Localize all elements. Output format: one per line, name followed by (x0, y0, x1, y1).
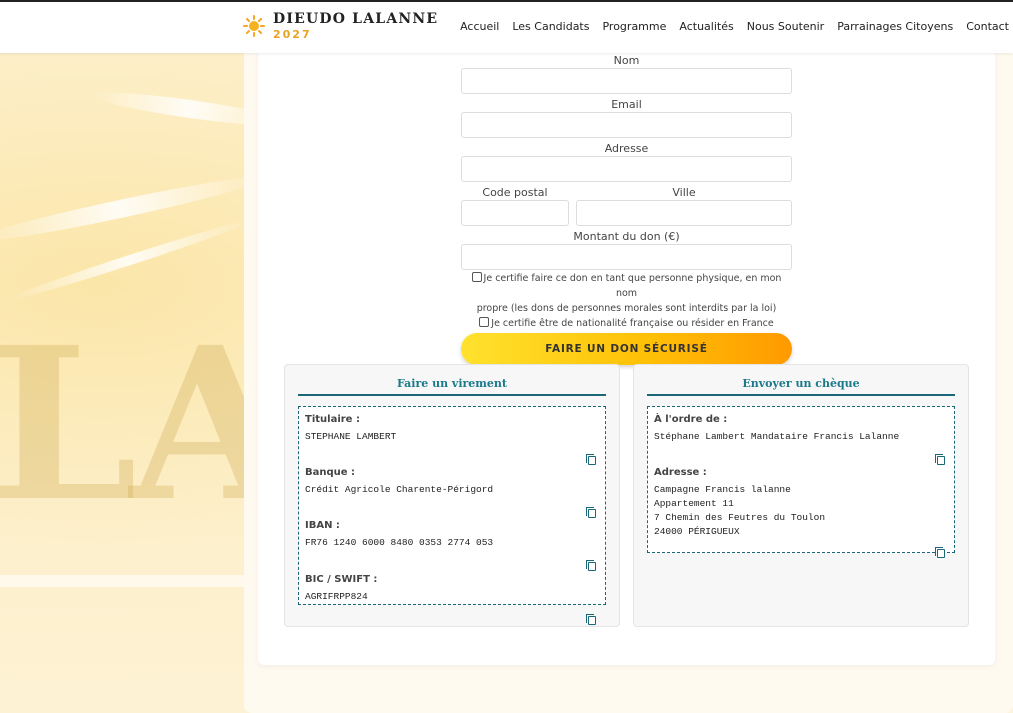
nav-actualites[interactable]: Actualités (679, 20, 733, 33)
iban-label: IBAN : (305, 520, 340, 531)
background-streak (0, 169, 269, 249)
cheque-details: À l'ordre de : Stéphane Lambert Mandatai… (647, 406, 955, 558)
copy-icon[interactable] (935, 454, 945, 465)
code-postal-input[interactable] (461, 200, 569, 226)
copy-icon[interactable] (586, 560, 596, 571)
copy-icon[interactable] (586, 507, 596, 518)
background-letters: LA (0, 301, 293, 548)
email-input[interactable] (461, 112, 792, 138)
email-label: Email (611, 98, 642, 111)
nav-accueil[interactable]: Accueil (460, 20, 499, 33)
adresse-cheque-label: Adresse : (654, 467, 707, 478)
copy-icon[interactable] (935, 547, 945, 558)
adresse-input[interactable] (461, 156, 792, 182)
site-logo[interactable]: DIEUDO LALANNE 2027 (243, 12, 438, 40)
code-postal-label: Code postal (482, 186, 548, 199)
certify-personne-physique: Je certifie faire ce don en tant que per… (461, 271, 792, 316)
montant-label: Montant du don (€) (573, 230, 680, 243)
background-band (0, 575, 260, 587)
adresse-label: Adresse (604, 142, 649, 155)
titulaire-label: Titulaire : (305, 414, 360, 425)
certify-personne-physique-checkbox[interactable] (471, 272, 482, 282)
certify-personne-physique-text-2: propre (les dons de personnes morales so… (476, 303, 777, 314)
site-header: DIEUDO LALANNE 2027 Accueil Les Candidat… (0, 0, 1013, 53)
donate-button[interactable]: FAIRE UN DON SÉCURISÉ (461, 333, 792, 365)
copy-icon[interactable] (586, 614, 596, 625)
certify-personne-physique-text-1: Je certifie faire ce don en tant que per… (483, 273, 782, 299)
nav-les-candidats[interactable]: Les Candidats (512, 20, 589, 33)
banque-label: Banque : (305, 467, 356, 478)
ville-label: Ville (672, 186, 696, 199)
nav-parrainages-citoyens[interactable]: Parrainages Citoyens (837, 20, 953, 33)
certify-nationalite-text: Je certifie être de nationalité français… (491, 318, 774, 329)
donation-form: Nom Email Adresse Code postal Ville Mont… (461, 53, 792, 365)
titulaire-value: STEPHANE LAMBERT (305, 431, 397, 442)
banque-value: Crédit Agricole Charente-Périgord (305, 484, 494, 495)
nom-input[interactable] (461, 68, 792, 94)
adresse-cheque-value: Campagne Francis lalanne Appartement 11 … (654, 483, 954, 539)
copy-icon[interactable] (586, 454, 596, 465)
virement-details: Titulaire : STEPHANE LAMBERT Banque : Cr… (298, 406, 606, 625)
adresse-line: 24000 PÉRIGUEUX (654, 526, 740, 537)
logo-name: DIEUDO LALANNE (273, 11, 439, 27)
bic-label: BIC / SWIFT : (305, 574, 378, 585)
cheque-title: Envoyer un chèque (647, 377, 955, 396)
nav-nous-soutenir[interactable]: Nous Soutenir (747, 20, 824, 33)
montant-input[interactable] (461, 244, 792, 270)
adresse-line: Campagne Francis lalanne (654, 484, 791, 495)
logo-year: 2027 (273, 28, 312, 41)
certify-nationalite-checkbox[interactable] (479, 317, 490, 327)
nav-programme[interactable]: Programme (602, 20, 666, 33)
certify-nationalite: Je certifie être de nationalité français… (461, 316, 792, 331)
adresse-line: 7 Chemin des Feutres du Toulon (654, 512, 826, 523)
cheque-panel: Envoyer un chèque À l'ordre de : Stéphan… (633, 364, 969, 627)
ville-input[interactable] (576, 200, 792, 226)
bic-value: AGRIFRPP824 (305, 591, 368, 602)
ordre-value: Stéphane Lambert Mandataire Francis Lala… (654, 431, 900, 442)
iban-value: FR76 1240 6000 8480 0353 2774 053 (305, 537, 494, 548)
main-nav: Accueil Les Candidats Programme Actualit… (460, 20, 1009, 33)
virement-title: Faire un virement (298, 377, 606, 396)
nav-contact[interactable]: Contact (966, 20, 1009, 33)
sun-icon (243, 15, 265, 37)
ordre-label: À l'ordre de : (654, 414, 728, 425)
virement-panel: Faire un virement Titulaire : STEPHANE L… (284, 364, 620, 627)
nom-label: Nom (613, 54, 640, 67)
adresse-line: Appartement 11 (654, 498, 734, 509)
